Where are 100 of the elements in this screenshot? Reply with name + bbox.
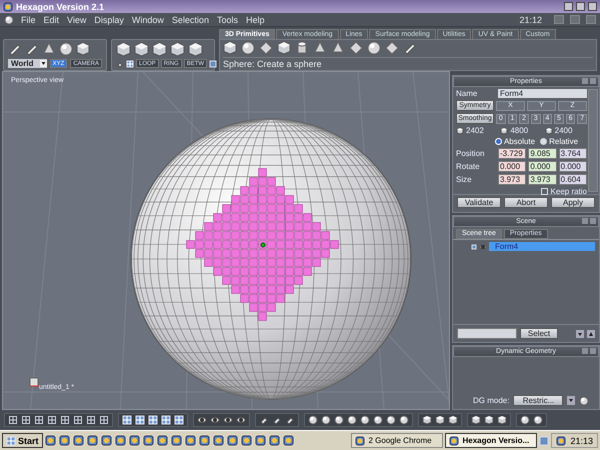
shading-icon[interactable] — [373, 415, 383, 426]
sphere-button-icon[interactable] — [579, 396, 590, 406]
render-icon[interactable] — [422, 415, 432, 426]
value-field[interactable]: 3.764 — [558, 148, 587, 159]
taskbar-button[interactable]: 2 Google Chrome — [351, 433, 444, 448]
layout-icon[interactable] — [8, 415, 18, 426]
value-field[interactable]: 0.000 — [498, 161, 526, 172]
value-field[interactable]: 3.973 — [528, 174, 557, 185]
value-field[interactable]: 9.085 — [528, 148, 557, 159]
object-icon[interactable] — [471, 415, 481, 426]
quick-launch-icon[interactable] — [44, 435, 56, 446]
shading-icon[interactable] — [386, 415, 396, 426]
caret-icon[interactable] — [40, 60, 47, 67]
view-mode-icon[interactable] — [174, 415, 184, 426]
object-icon[interactable] — [497, 415, 507, 426]
menu-item[interactable]: Selection — [170, 14, 210, 24]
sphere-tool-icon[interactable] — [59, 42, 73, 56]
layout-icon[interactable] — [60, 415, 70, 426]
cone-icon[interactable] — [313, 41, 327, 55]
cube-icon[interactable] — [277, 41, 291, 55]
shading-icon[interactable] — [399, 415, 409, 426]
layout-icon[interactable] — [99, 415, 109, 426]
action-button[interactable]: Validate — [457, 197, 501, 208]
quick-launch-icon[interactable] — [72, 435, 84, 446]
caret-icon[interactable] — [567, 396, 576, 406]
quick-launch-icon[interactable] — [198, 435, 210, 446]
layout-icon[interactable] — [21, 415, 31, 426]
camera-icon[interactable] — [533, 415, 543, 426]
value-field[interactable]: 0.000 — [528, 161, 557, 172]
mode-dropdown[interactable]: Restric... — [513, 395, 564, 406]
visibility-icon[interactable] — [479, 242, 487, 250]
quick-launch-icon[interactable] — [170, 435, 182, 446]
quick-launch-icon[interactable] — [142, 435, 154, 446]
value-field[interactable]: 3.973 — [498, 174, 526, 185]
scrollbar[interactable] — [588, 89, 598, 192]
quick-launch-icon[interactable] — [114, 435, 126, 446]
value-field[interactable]: 0.000 — [558, 161, 587, 172]
move-up-button[interactable] — [587, 330, 595, 338]
quick-launch-icon[interactable] — [184, 435, 196, 446]
coordinate-dropdown[interactable]: World — [8, 58, 47, 68]
view-mode-icon[interactable] — [135, 415, 145, 426]
quick-launch-icon[interactable] — [156, 435, 168, 446]
name-field[interactable]: Form4 — [498, 89, 587, 98]
view-mode-icon[interactable] — [122, 415, 132, 426]
quick-launch-icon[interactable] — [212, 435, 224, 446]
menu-item[interactable]: Display — [93, 14, 125, 24]
tree-item[interactable]: Form4 — [489, 242, 595, 251]
diamond-icon[interactable] — [349, 41, 363, 55]
navigation-icon[interactable] — [223, 415, 233, 426]
shading-icon[interactable] — [321, 415, 331, 426]
shading-icon[interactable] — [334, 415, 344, 426]
tool-icon[interactable] — [285, 415, 295, 426]
navigation-icon[interactable] — [197, 415, 207, 426]
cube-icon[interactable] — [223, 41, 237, 55]
action-button[interactable]: Apply — [551, 197, 595, 208]
render-icon[interactable] — [448, 415, 458, 426]
quick-launch-icon[interactable] — [282, 435, 294, 446]
sphere-icon[interactable] — [241, 41, 255, 55]
cylinder-icon[interactable] — [295, 41, 309, 55]
cube-select-icon[interactable] — [152, 42, 167, 57]
layout-icon[interactable] — [73, 415, 83, 426]
shading-icon[interactable] — [347, 415, 357, 426]
grid-icon[interactable] — [126, 60, 134, 68]
quick-launch-icon[interactable] — [86, 435, 98, 446]
navigation-icon[interactable] — [210, 415, 220, 426]
search-field[interactable] — [457, 328, 517, 339]
maximize-button[interactable] — [576, 2, 585, 11]
cube-select-icon[interactable] — [188, 42, 203, 57]
tool-icon[interactable] — [259, 415, 269, 426]
view-mode-icon[interactable] — [148, 415, 158, 426]
menu-item[interactable]: View — [66, 14, 88, 24]
shading-icon[interactable] — [308, 415, 318, 426]
layout-icon[interactable] — [86, 415, 96, 426]
quick-launch-icon[interactable] — [226, 435, 238, 446]
menu-item[interactable]: Tools — [216, 14, 239, 24]
render-icon[interactable] — [435, 415, 445, 426]
menu-item[interactable]: Edit — [42, 14, 60, 24]
menu-item[interactable]: Window — [130, 14, 165, 24]
navigation-icon[interactable] — [236, 415, 246, 426]
square-icon[interactable] — [209, 60, 218, 68]
quick-launch-icon[interactable] — [268, 435, 280, 446]
menu-item[interactable]: File — [20, 14, 37, 24]
value-field[interactable]: -3.729 — [498, 148, 526, 159]
object-icon[interactable] — [484, 415, 494, 426]
shading-icon[interactable] — [360, 415, 370, 426]
cube-select-icon[interactable] — [116, 42, 131, 57]
quick-launch-icon[interactable] — [128, 435, 140, 446]
action-button[interactable]: Abort — [504, 197, 548, 208]
camera-icon[interactable] — [520, 415, 530, 426]
select-button[interactable]: Select — [520, 328, 558, 339]
layout-icon[interactable] — [34, 415, 44, 426]
cube-select-icon[interactable] — [134, 42, 149, 57]
taskbar-button[interactable]: Hexagon Versio... — [445, 433, 538, 448]
move-down-button[interactable] — [576, 330, 584, 338]
cube-select-icon[interactable] — [170, 42, 185, 57]
checkbox[interactable] — [540, 188, 548, 195]
tool-icon[interactable] — [272, 415, 282, 426]
start-button[interactable]: Start — [2, 433, 43, 448]
quick-launch-icon[interactable] — [254, 435, 266, 446]
layout-icon[interactable] — [47, 415, 57, 426]
